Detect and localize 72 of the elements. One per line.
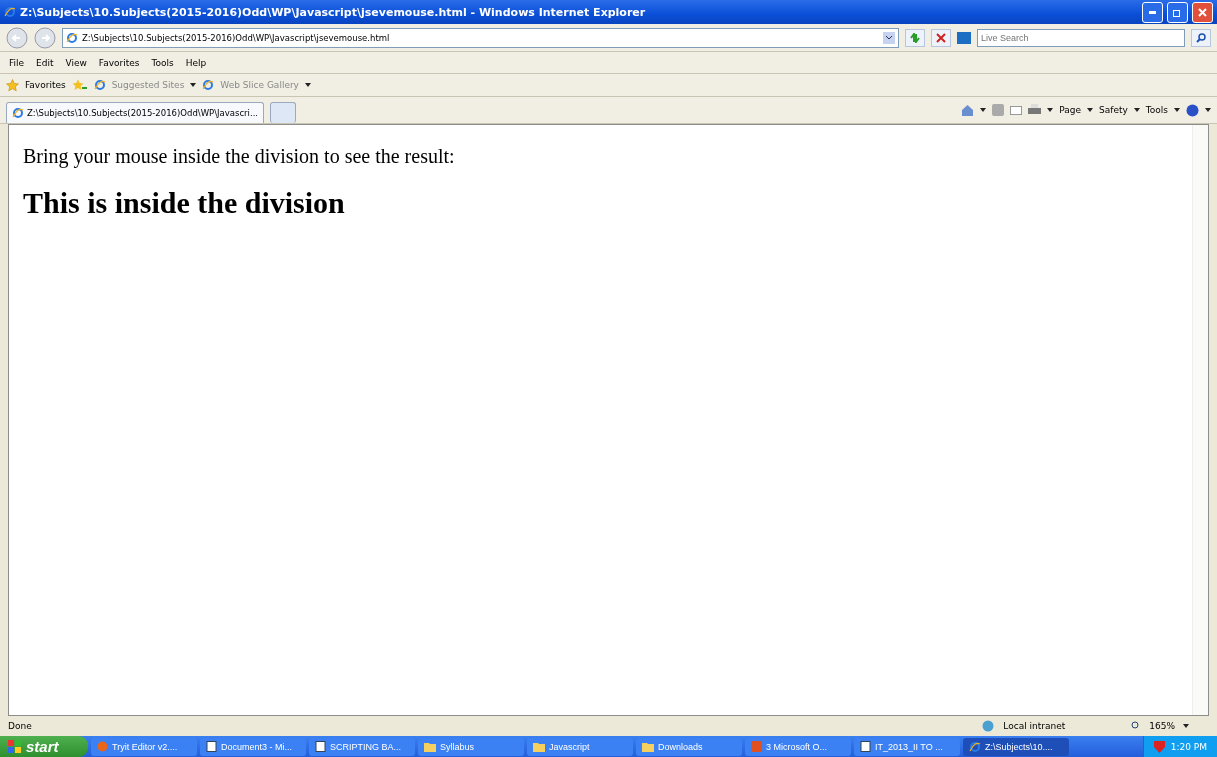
command-menu[interactable]: Tools <box>1145 105 1168 115</box>
search-button[interactable] <box>1191 28 1211 47</box>
command-menu[interactable]: Safety <box>1099 105 1128 115</box>
ie-icon <box>12 107 24 119</box>
ie-icon <box>93 79 106 91</box>
ie-icon <box>202 79 215 91</box>
restore-button[interactable] <box>1167 1 1188 23</box>
zoom-icon[interactable] <box>1131 721 1142 731</box>
taskbar-button[interactable]: Javascript <box>527 737 633 756</box>
caret-icon[interactable] <box>1047 108 1054 112</box>
menu-item[interactable]: Favorites <box>95 57 143 68</box>
caret-icon[interactable] <box>304 83 311 87</box>
search-field[interactable]: Live Search <box>977 28 1185 47</box>
home-icon[interactable] <box>961 104 975 116</box>
taskbar-button[interactable]: Syllabus <box>418 737 524 756</box>
zoom-level[interactable]: 165% <box>1149 721 1175 731</box>
caret-icon[interactable] <box>190 83 197 87</box>
menu-item[interactable]: Help <box>182 57 210 68</box>
scrollbar[interactable] <box>1192 125 1208 715</box>
favorites-button[interactable]: Favorites <box>25 80 66 90</box>
restore-icon[interactable] <box>1173 7 1182 17</box>
taskbar-button[interactable]: SCRIPTING BA... <box>309 737 415 756</box>
add-favorite-icon[interactable] <box>71 78 88 92</box>
document-icon <box>315 741 326 752</box>
document-icon <box>860 741 871 752</box>
security-zone: Local intranet <box>1003 721 1066 731</box>
search-icon[interactable] <box>1196 32 1206 43</box>
refresh-icon[interactable] <box>909 32 921 43</box>
document-icon <box>206 741 217 752</box>
caret-icon[interactable] <box>1133 108 1140 112</box>
page-paragraph: Bring your mouse inside the division to see the result: <box>23 145 456 168</box>
clock: 1:20 PM <box>1170 741 1207 752</box>
caret-icon[interactable] <box>1087 108 1094 112</box>
ie-icon <box>969 740 981 753</box>
taskbar-button[interactable]: IT_2013_II TO ... <box>854 737 960 756</box>
menu-item[interactable]: Edit <box>33 57 57 68</box>
dropdown-icon[interactable] <box>883 31 895 44</box>
ie-icon <box>4 6 16 18</box>
close-button[interactable] <box>1192 1 1213 23</box>
caret-icon[interactable] <box>1183 724 1189 728</box>
ie-icon <box>66 31 78 44</box>
taskbar-button[interactable]: Document3 - Mi... <box>200 737 306 756</box>
stop-button[interactable] <box>931 28 951 47</box>
caret-icon[interactable] <box>980 108 987 112</box>
printer-icon[interactable] <box>1028 104 1042 116</box>
status-text: Done <box>8 721 33 731</box>
close-icon[interactable] <box>1198 7 1207 17</box>
window-title: Z:\Subjects\10.Subjects(2015-2016)Odd\WP\Javascript\jsevemouse.html - Windows Internet Explorer <box>20 5 647 19</box>
caret-icon[interactable] <box>1174 108 1180 112</box>
menu-item[interactable]: View <box>62 57 90 68</box>
menu-item[interactable]: File <box>6 57 28 68</box>
caret-icon[interactable] <box>1205 108 1211 112</box>
favorites-star-icon[interactable] <box>6 78 19 92</box>
minimize-button[interactable] <box>1142 1 1163 23</box>
command-menu[interactable]: Page <box>1059 105 1082 115</box>
windows-logo-icon[interactable] <box>8 739 22 754</box>
taskbar-button[interactable]: Downloads <box>636 737 742 756</box>
taskbar-button[interactable]: Z:\Subjects\10.... <box>963 737 1069 756</box>
back-icon[interactable] <box>6 26 28 49</box>
minimize-icon[interactable] <box>1149 10 1156 14</box>
forward-icon[interactable] <box>34 26 56 49</box>
taskbar-button[interactable]: Tryit Editor v2.... <box>91 737 197 756</box>
folder-icon <box>424 741 436 752</box>
address-field[interactable]: Z:\Subjects\10.Subjects(2015-2016)Odd\WP\Javascript\jsevemouse.html <box>62 27 899 48</box>
stop-icon[interactable] <box>936 32 946 43</box>
refresh-button[interactable] <box>905 28 925 47</box>
folder-icon <box>642 741 654 752</box>
page-heading: This is inside the division <box>23 186 346 220</box>
browser-tab[interactable]: Z:\Subjects\10.Subjects(2015-2016)Odd\WP\Javascri... <box>6 102 265 123</box>
taskbar-button[interactable]: 3 Microsoft O... <box>745 737 851 756</box>
folder-icon <box>533 741 545 752</box>
menu-item[interactable]: Tools <box>148 57 177 68</box>
